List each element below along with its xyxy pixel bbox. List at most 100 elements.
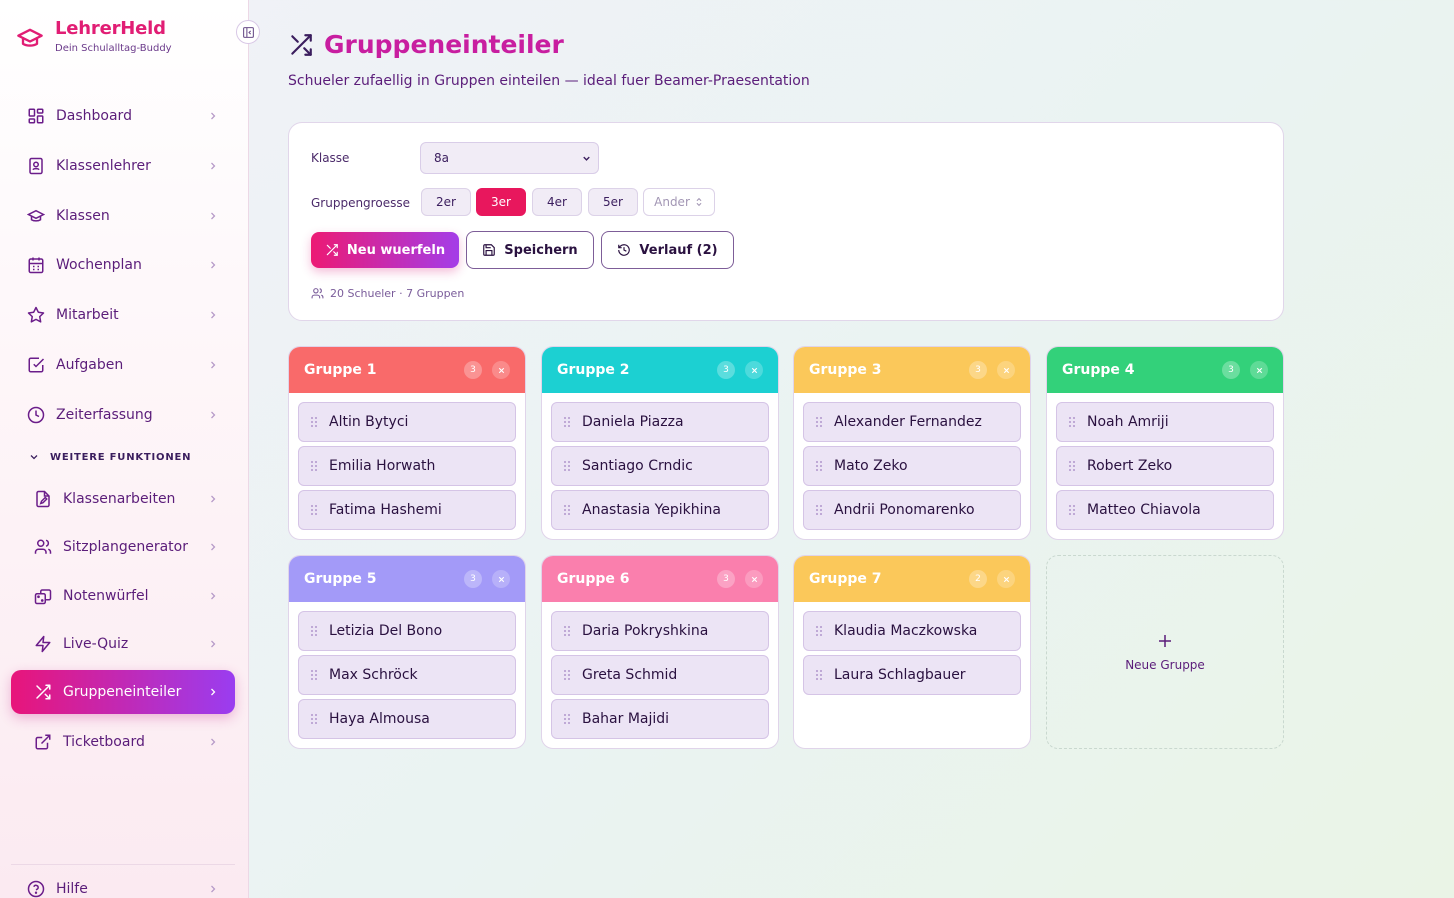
save-icon [483, 244, 496, 256]
member-item[interactable]: Max Schröck [298, 655, 516, 695]
remove-group-button[interactable] [1250, 361, 1268, 379]
sidebar-item-klassenlehrer[interactable]: Klassenlehrer [11, 144, 235, 188]
drag-handle-icon[interactable] [310, 416, 318, 428]
drag-handle-icon[interactable] [310, 625, 318, 637]
drag-handle-icon[interactable] [310, 713, 318, 725]
remove-group-button[interactable] [997, 570, 1015, 588]
remove-group-button[interactable] [745, 361, 763, 379]
group-name[interactable]: Gruppe 2 [557, 362, 717, 378]
remove-group-button[interactable] [997, 361, 1015, 379]
member-item[interactable]: Greta Schmid [551, 655, 769, 695]
chevron-right-icon [211, 212, 216, 220]
panel-left-icon [242, 26, 254, 38]
sidebar-item-ticketboard[interactable]: Ticketboard [11, 720, 235, 764]
group-name[interactable]: Gruppe 4 [1062, 362, 1222, 378]
size-button-2er[interactable]: 2er [421, 188, 471, 216]
chevron-right-icon [211, 361, 216, 369]
drag-handle-icon[interactable] [563, 460, 571, 472]
member-count-badge: 3 [464, 570, 482, 588]
member-item[interactable]: Anastasia Yepikhina [551, 490, 769, 530]
drag-handle-icon[interactable] [310, 460, 318, 472]
member-item[interactable]: Laura Schlagbauer [803, 655, 1021, 695]
member-item[interactable]: Robert Zeko [1056, 446, 1274, 486]
sidebar-item-mitarbeit[interactable]: Mitarbeit [11, 293, 235, 337]
remove-group-button[interactable] [492, 361, 510, 379]
member-name: Matteo Chiavola [1087, 502, 1201, 518]
member-item[interactable]: Letizia Del Bono [298, 611, 516, 651]
member-item[interactable]: Bahar Majidi [551, 699, 769, 739]
member-item[interactable]: Haya Almousa [298, 699, 516, 739]
page-title: Gruppeneinteiler [288, 30, 564, 59]
drag-handle-icon[interactable] [310, 504, 318, 516]
group-name[interactable]: Gruppe 6 [557, 571, 717, 587]
drag-handle-icon[interactable] [815, 460, 823, 472]
member-item[interactable]: Daniela Piazza [551, 402, 769, 442]
custom-size-input[interactable]: Ander [643, 188, 715, 216]
member-item[interactable]: Noah Amriji [1056, 402, 1274, 442]
member-item[interactable]: Klaudia Maczkowska [803, 611, 1021, 651]
member-item[interactable]: Fatima Hashemi [298, 490, 516, 530]
group-header: Gruppe 33 [794, 347, 1030, 393]
group-name[interactable]: Gruppe 7 [809, 571, 969, 587]
save-button[interactable]: Speichern [466, 231, 594, 269]
drag-handle-icon[interactable] [1068, 416, 1076, 428]
member-item[interactable]: Emilia Horwath [298, 446, 516, 486]
drag-handle-icon[interactable] [1068, 504, 1076, 516]
drag-handle-icon[interactable] [563, 416, 571, 428]
sidebar-item-gruppeneinteiler[interactable]: Gruppeneinteiler [11, 670, 235, 714]
chevron-right-icon [211, 885, 216, 893]
sidebar-item-sitzplangenerator[interactable]: Sitzplangenerator [11, 525, 235, 569]
brand[interactable]: LehrerHeld Dein Schulalltag-Buddy [16, 18, 172, 54]
sidebar-item-klassenarbeiten[interactable]: Klassenarbeiten [11, 477, 235, 521]
drag-handle-icon[interactable] [815, 669, 823, 681]
group-name[interactable]: Gruppe 5 [304, 571, 464, 587]
drag-handle-icon[interactable] [563, 713, 571, 725]
clock-icon [27, 406, 45, 424]
sidebar-item-live-quiz[interactable]: Live-Quiz [11, 622, 235, 666]
drag-handle-icon[interactable] [815, 416, 823, 428]
member-item[interactable]: Mato Zeko [803, 446, 1021, 486]
drag-handle-icon[interactable] [563, 625, 571, 637]
new-group-button[interactable]: Neue Gruppe [1046, 555, 1284, 749]
section-toggle-weitere-funktionen[interactable]: WEITERE FUNKTIONEN [28, 451, 191, 463]
stepper-icon [696, 197, 702, 207]
member-item[interactable]: Altin Bytyci [298, 402, 516, 442]
sidebar-item-dashboard[interactable]: Dashboard [11, 94, 235, 138]
size-button-4er[interactable]: 4er [532, 188, 582, 216]
drag-handle-icon[interactable] [815, 504, 823, 516]
sidebar-item-zeiterfassung[interactable]: Zeiterfassung [11, 393, 235, 437]
group-card: Gruppe 3 3 Alexander Fernandez Mato Zeko And… [793, 346, 1031, 540]
member-count-badge: 3 [717, 570, 735, 588]
member-name: Max Schröck [329, 667, 418, 683]
class-select[interactable]: 8a [420, 142, 599, 174]
sidebar-collapse-button[interactable] [236, 20, 260, 44]
drag-handle-icon[interactable] [563, 504, 571, 516]
graduation-cap-icon [27, 209, 45, 222]
group-name[interactable]: Gruppe 1 [304, 362, 464, 378]
close-icon [498, 576, 504, 582]
member-item[interactable]: Santiago Crndic [551, 446, 769, 486]
member-item[interactable]: Daria Pokryshkina [551, 611, 769, 651]
drag-handle-icon[interactable] [310, 669, 318, 681]
history-button[interactable]: Verlauf (2) [601, 231, 734, 269]
drag-handle-icon[interactable] [815, 625, 823, 637]
sidebar-item-wochenplan[interactable]: Wochenplan [11, 243, 235, 287]
size-button-3er[interactable]: 3er [476, 188, 526, 216]
drag-handle-icon[interactable] [563, 669, 571, 681]
remove-group-button[interactable] [492, 570, 510, 588]
reroll-button[interactable]: Neu wuerfeln [311, 232, 459, 268]
drag-handle-icon[interactable] [1068, 460, 1076, 472]
sidebar-item-hilfe[interactable]: Hilfe [11, 870, 235, 898]
sidebar-item-notenwuerfel[interactable]: Notenwürfel [11, 574, 235, 618]
remove-group-button[interactable] [745, 570, 763, 588]
sidebar-item-klassen[interactable]: Klassen [11, 194, 235, 238]
class-select-value: 8a [434, 151, 449, 165]
grid-icon [28, 108, 44, 124]
member-item[interactable]: Matteo Chiavola [1056, 490, 1274, 530]
member-item[interactable]: Alexander Fernandez [803, 402, 1021, 442]
sidebar-item-aufgaben[interactable]: Aufgaben [11, 343, 235, 387]
size-button-5er[interactable]: 5er [588, 188, 638, 216]
member-item[interactable]: Andrii Ponomarenko [803, 490, 1021, 530]
sidebar: LehrerHeld Dein Schulalltag-Buddy Dashbo… [0, 0, 249, 898]
group-name[interactable]: Gruppe 3 [809, 362, 969, 378]
